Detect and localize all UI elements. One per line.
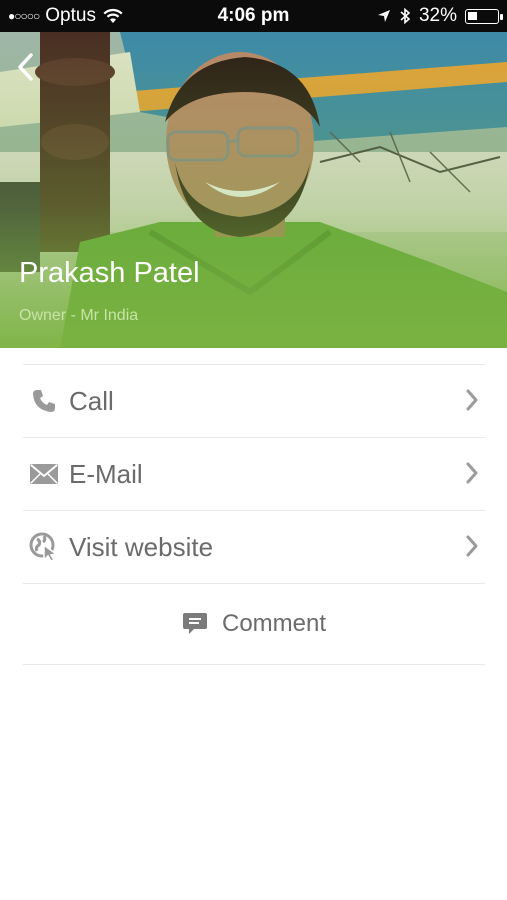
battery-fill [468, 11, 477, 20]
chevron-right-icon [466, 535, 478, 557]
profile-photo [0, 32, 507, 348]
website-label: Visit website [69, 531, 214, 562]
profile-header: Prakash Patel Owner - Mr India [0, 32, 507, 348]
phone-icon [25, 382, 63, 420]
comment-icon [182, 613, 207, 634]
globe-cursor-icon [25, 528, 63, 566]
website-row[interactable]: Visit website [23, 510, 485, 583]
status-bar: ●○○○○ Optus 4:06 pm 32% [0, 0, 507, 32]
envelope-icon [25, 455, 63, 493]
back-button[interactable] [8, 50, 42, 84]
location-arrow-icon [377, 10, 390, 22]
profile-subtitle: Owner - Mr India [19, 307, 139, 324]
call-row[interactable]: Call [23, 364, 485, 437]
comment-label: Comment [221, 610, 327, 637]
profile-name: Prakash Patel [19, 257, 200, 289]
action-list: Call E-Mail Visit website Comment [23, 364, 485, 665]
chevron-right-icon [466, 389, 478, 411]
email-row[interactable]: E-Mail [23, 437, 485, 510]
battery-icon [465, 8, 503, 24]
bluetooth-icon [400, 7, 411, 25]
comment-button[interactable]: Comment [23, 583, 485, 665]
email-label: E-Mail [69, 458, 143, 489]
chevron-right-icon [466, 462, 478, 484]
status-right: 32% [377, 5, 503, 27]
call-label: Call [69, 385, 114, 416]
battery-percent: 32% [418, 5, 457, 26]
chevron-left-icon [18, 53, 33, 81]
